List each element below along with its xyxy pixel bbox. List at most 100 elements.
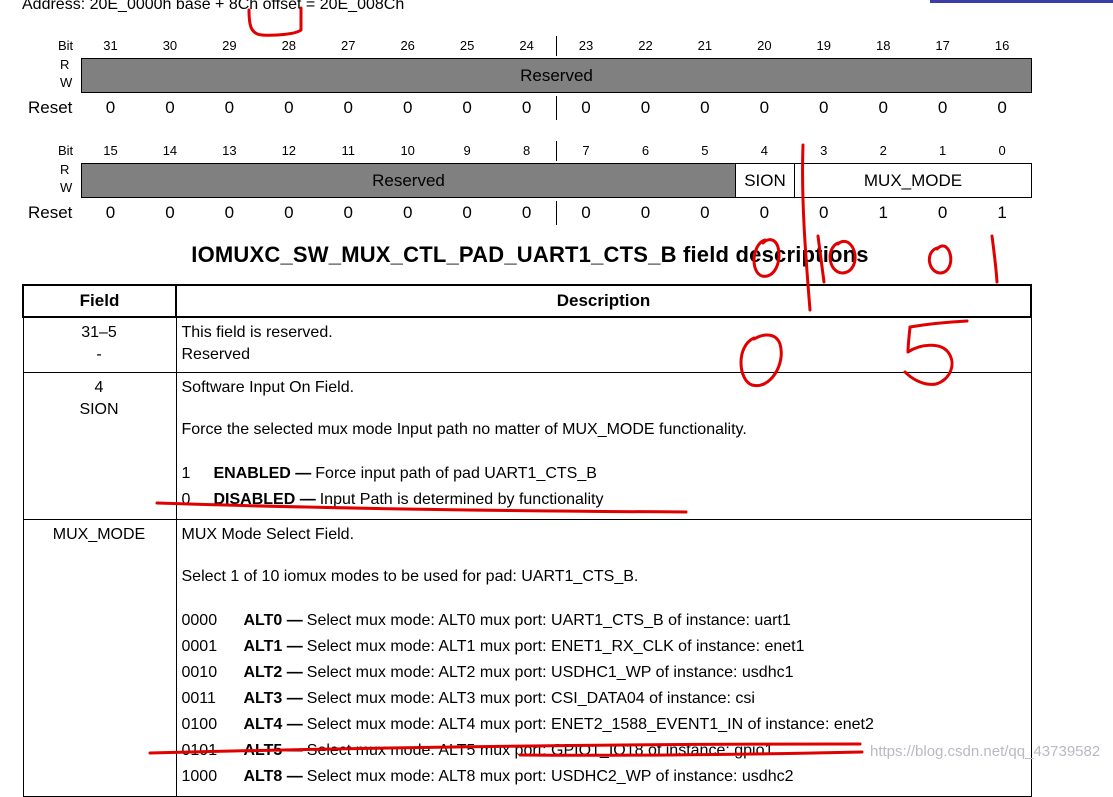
description-line: Software Input On Field. bbox=[181, 379, 355, 396]
field-name: - bbox=[96, 346, 102, 363]
field-column-header: Field bbox=[22, 284, 177, 318]
reset-value: 0 bbox=[224, 203, 235, 222]
bit-number: 31 bbox=[103, 38, 118, 53]
register-upper-half: Bit 31 30 29 28 27 26 25 24 23 22 21 20 19 18 17 16 R W… bbox=[22, 36, 1032, 120]
bit-number: 6 bbox=[641, 143, 650, 158]
bit-number: 27 bbox=[341, 38, 356, 53]
read-label: R bbox=[60, 57, 70, 72]
option-text: Select mux mode: ALT8 mux port: USDHC2_W… bbox=[306, 768, 794, 785]
option-name: ALT4 — bbox=[243, 716, 303, 733]
sion-field: SION bbox=[735, 163, 795, 198]
field-cell: 31–5 - bbox=[22, 316, 177, 373]
reset-value: 0 bbox=[700, 203, 710, 222]
bit-number: 16 bbox=[994, 38, 1010, 53]
reset-value: 0 bbox=[878, 98, 888, 117]
option-name: ALT1 — bbox=[243, 638, 303, 655]
field-description-table: Field Description 31–5 - This field is r… bbox=[22, 284, 1032, 797]
option-code: 0 bbox=[181, 491, 191, 508]
option-name: DISABLED — bbox=[213, 491, 316, 508]
field-cell: MUX_MODE bbox=[22, 519, 177, 797]
option-row: 0000 ALT0 — Select mux mode: ALT0 mux port… bbox=[182, 608, 1025, 634]
tick-divider bbox=[556, 96, 557, 120]
bit-label: Bit bbox=[58, 143, 74, 158]
option-code: 1000 bbox=[181, 768, 218, 785]
bit-number: 12 bbox=[281, 143, 297, 158]
option-text: Select mux mode: ALT3 mux port: CSI_DATA… bbox=[306, 690, 755, 707]
option-name: ALT8 — bbox=[243, 768, 303, 785]
option-row: 0001 ALT1 — Select mux mode: ALT1 mux port… bbox=[182, 634, 1025, 660]
description-line: Select 1 of 10 iomux modes to be used fo… bbox=[181, 568, 639, 585]
option-name: ALT2 — bbox=[243, 664, 303, 681]
reset-value: 0 bbox=[343, 203, 353, 222]
option-text: Force input path of pad UART1_CTS_B bbox=[315, 465, 597, 482]
reset-value: 0 bbox=[521, 98, 532, 117]
bit-number: 9 bbox=[463, 143, 471, 158]
reserved-field-upper: Reserved bbox=[81, 58, 1032, 93]
option-code: 0100 bbox=[181, 716, 218, 733]
table-row-sion: 4 SION Software Input On Field. Force th… bbox=[22, 372, 1032, 520]
option-code: 0101 bbox=[181, 742, 218, 759]
bit-number: 13 bbox=[222, 143, 237, 158]
reset-value: 0 bbox=[165, 203, 175, 222]
description-line: Force the selected mux mode Input path n… bbox=[181, 421, 747, 438]
rw-labels: R W bbox=[60, 56, 72, 92]
rw-labels: R W bbox=[60, 161, 72, 197]
reset-value: 0 bbox=[402, 203, 413, 222]
option-row: 0011 ALT3 — Select mux mode: ALT3 mux port… bbox=[182, 686, 1025, 712]
option-row: 0 DISABLED — Input Path is determined by f… bbox=[182, 487, 1025, 513]
tick-divider bbox=[556, 141, 557, 161]
option-name: ALT5 — bbox=[243, 742, 303, 759]
bit-number: 19 bbox=[816, 38, 831, 53]
top-edge-bar bbox=[930, 0, 1113, 3]
bit-number: 5 bbox=[701, 143, 709, 158]
write-label: W bbox=[60, 180, 73, 195]
reset-value: 0 bbox=[581, 98, 591, 117]
tick-divider bbox=[556, 201, 557, 225]
option-code: 0011 bbox=[181, 690, 216, 707]
option-row: 0100 ALT4 — Select mux mode: ALT4 mux port… bbox=[182, 712, 1025, 738]
bit-number: 25 bbox=[459, 38, 475, 53]
write-label: W bbox=[60, 75, 73, 90]
field-bits: 4 bbox=[94, 379, 104, 396]
reset-value: 0 bbox=[105, 203, 116, 222]
register-lower-half: Bit 15 14 13 12 11 10 9 8 7 6 5 4 3 2 1 0 R W Reserved … bbox=[22, 141, 1032, 225]
option-text: Select mux mode: ALT4 mux port: ENET2_15… bbox=[306, 716, 874, 733]
reset-value: 0 bbox=[640, 98, 651, 117]
option-text: Select mux mode: ALT1 mux port: ENET1_RX… bbox=[306, 638, 805, 655]
table-header-row: Field Description bbox=[22, 284, 1032, 318]
table-row-reserved: 31–5 - This field is reserved. Reserved bbox=[22, 316, 1032, 373]
option-code: 0000 bbox=[181, 612, 218, 629]
description-line: Reserved bbox=[181, 346, 250, 363]
watermark: https://blog.csdn.net/qq_43739582 bbox=[870, 743, 1101, 760]
bit-number: 11 bbox=[341, 143, 356, 158]
description-cell: Software Input On Field. Force the selec… bbox=[175, 372, 1032, 520]
description-line: MUX Mode Select Field. bbox=[181, 526, 355, 543]
reset-value: 0 bbox=[700, 98, 710, 117]
bit-number: 26 bbox=[400, 38, 415, 53]
option-row: 1 ENABLED — Force input path of pad UART1_… bbox=[182, 461, 1025, 487]
bit-number: 29 bbox=[222, 38, 237, 53]
reset-value: 0 bbox=[759, 98, 770, 117]
field-bits: 31–5 bbox=[81, 324, 117, 341]
reset-value: 0 bbox=[284, 98, 294, 117]
bit-number: 10 bbox=[400, 143, 415, 158]
reset-value: 0 bbox=[997, 98, 1007, 117]
reset-value: 0 bbox=[402, 98, 413, 117]
bit-number: 28 bbox=[281, 38, 297, 53]
bit-number: 22 bbox=[638, 38, 653, 53]
reset-label: Reset bbox=[28, 203, 73, 222]
option-code: 0001 bbox=[181, 638, 218, 655]
option-code: 1 bbox=[181, 465, 191, 482]
reset-value: 0 bbox=[521, 203, 532, 222]
option-code: 0010 bbox=[181, 664, 218, 681]
field-cell: 4 SION bbox=[22, 372, 177, 520]
description-line: This field is reserved. bbox=[181, 324, 333, 341]
reset-value: 0 bbox=[343, 98, 353, 117]
reset-value: 0 bbox=[462, 203, 472, 222]
bit-number: 8 bbox=[522, 143, 531, 158]
option-name: ALT3 — bbox=[243, 690, 303, 707]
tick-divider bbox=[556, 36, 557, 56]
reset-value: 0 bbox=[284, 203, 294, 222]
reset-value: 0 bbox=[581, 203, 591, 222]
reserved-field-lower: Reserved bbox=[81, 163, 736, 198]
